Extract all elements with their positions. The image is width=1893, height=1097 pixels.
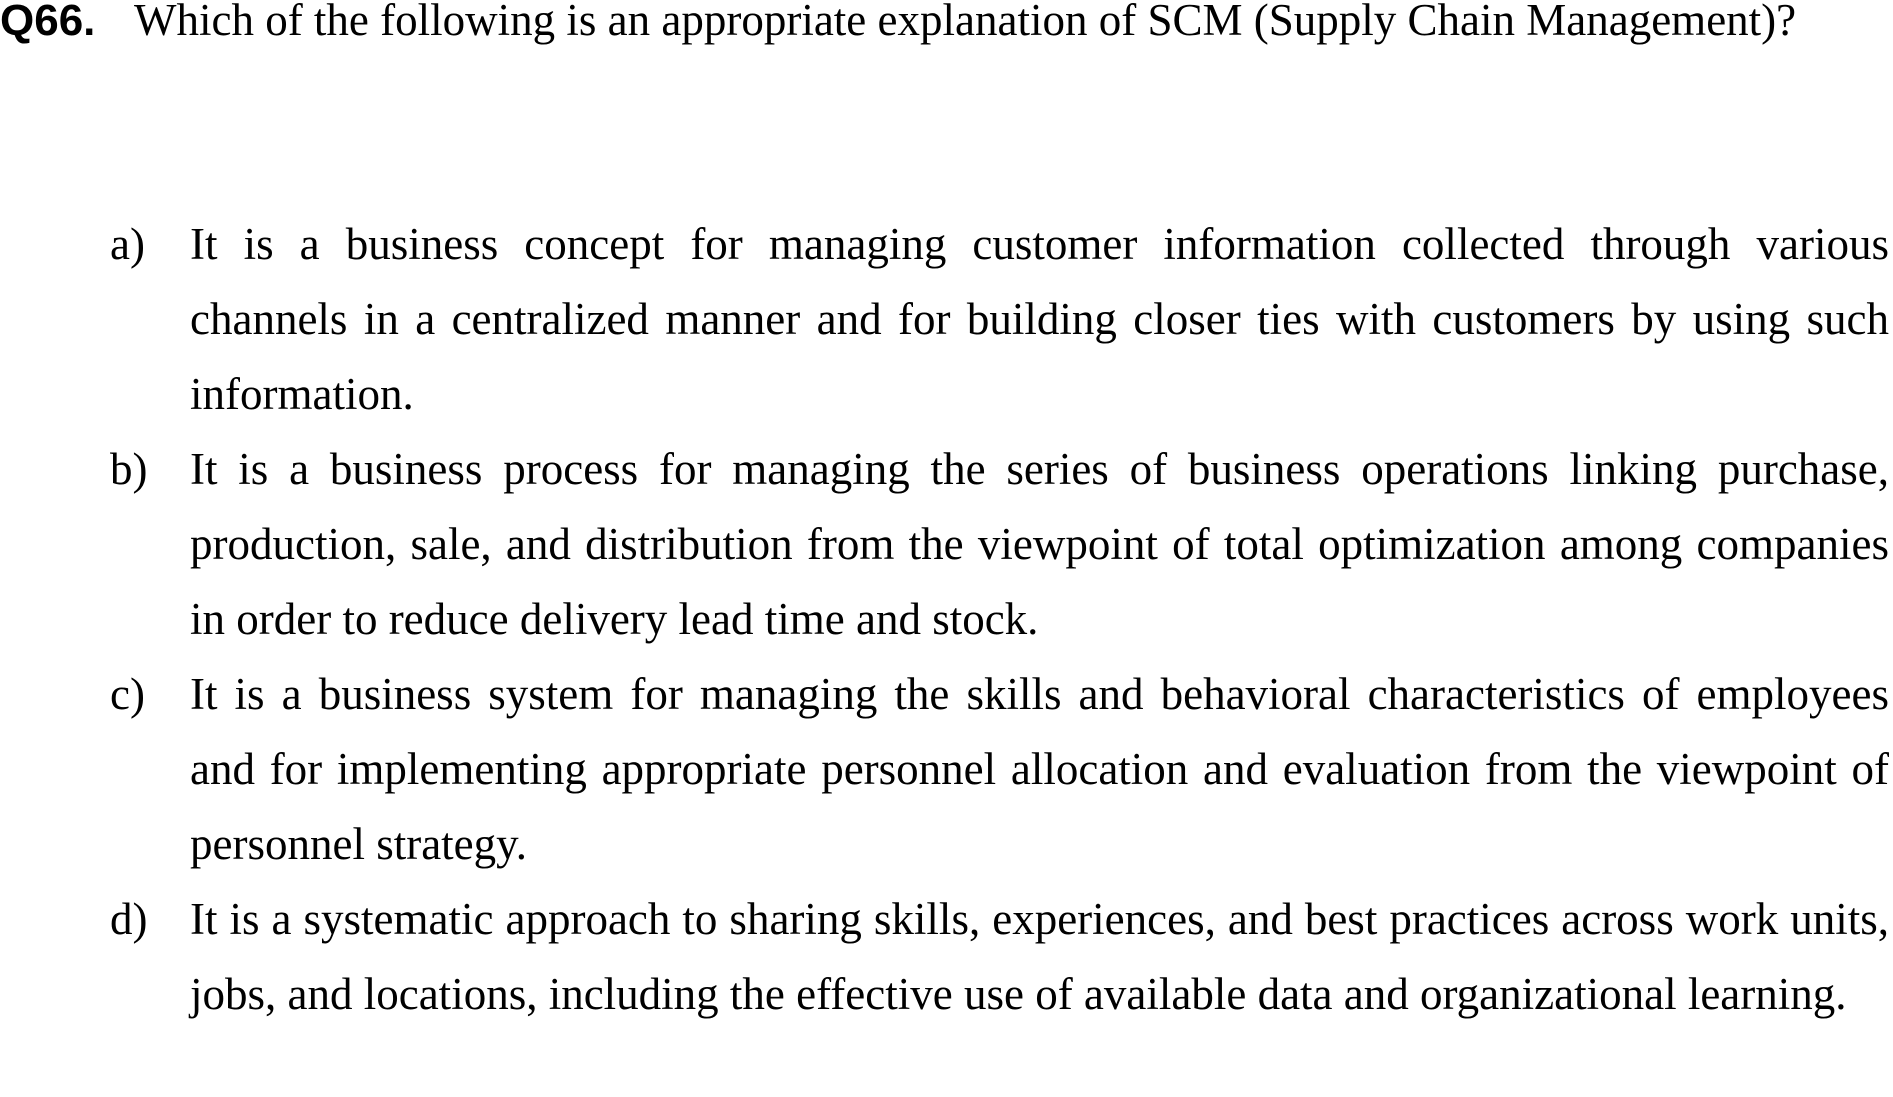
option-a-letter: a) xyxy=(110,219,145,269)
answer-options: a) It is a business concept for managing… xyxy=(0,207,1889,1032)
question-block: Q66. Which of the following is an approp… xyxy=(0,0,1889,58)
option-c-text: It is a business system for managing the… xyxy=(190,669,1889,869)
option-b: b) It is a business process for managing… xyxy=(0,432,1889,657)
option-a-text: It is a business concept for managing cu… xyxy=(190,219,1889,419)
option-b-letter: b) xyxy=(110,444,148,494)
option-d: d) It is a systematic approach to sharin… xyxy=(0,882,1889,1032)
option-c-letter: c) xyxy=(110,669,145,719)
option-a: a) It is a business concept for managing… xyxy=(0,207,1889,432)
option-d-text: It is a systematic approach to sharing s… xyxy=(190,894,1889,1019)
question-header: Q66. Which of the following is an approp… xyxy=(0,0,1889,58)
question-stem: Which of the following is an appropriate… xyxy=(134,0,1797,45)
option-b-text: It is a business process for managing th… xyxy=(190,444,1889,644)
question-number: Q66. xyxy=(0,0,96,45)
option-d-letter: d) xyxy=(110,894,148,944)
option-c: c) It is a business system for managing … xyxy=(0,657,1889,882)
